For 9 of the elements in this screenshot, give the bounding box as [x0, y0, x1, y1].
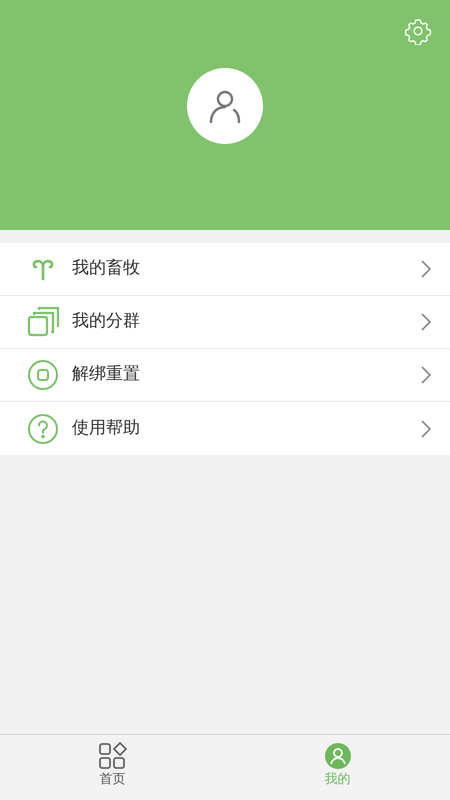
- chevron-icon: [420, 365, 432, 385]
- chevron-icon: [420, 259, 432, 279]
- grid-icon: [98, 742, 128, 770]
- stacked-squares-icon: [26, 307, 60, 337]
- user-icon: [324, 742, 352, 770]
- chevron-icon: [420, 418, 432, 438]
- chevron-icon: [420, 312, 432, 332]
- help-icon: [26, 412, 60, 444]
- tab[interactable]: 首页: [0, 735, 225, 800]
